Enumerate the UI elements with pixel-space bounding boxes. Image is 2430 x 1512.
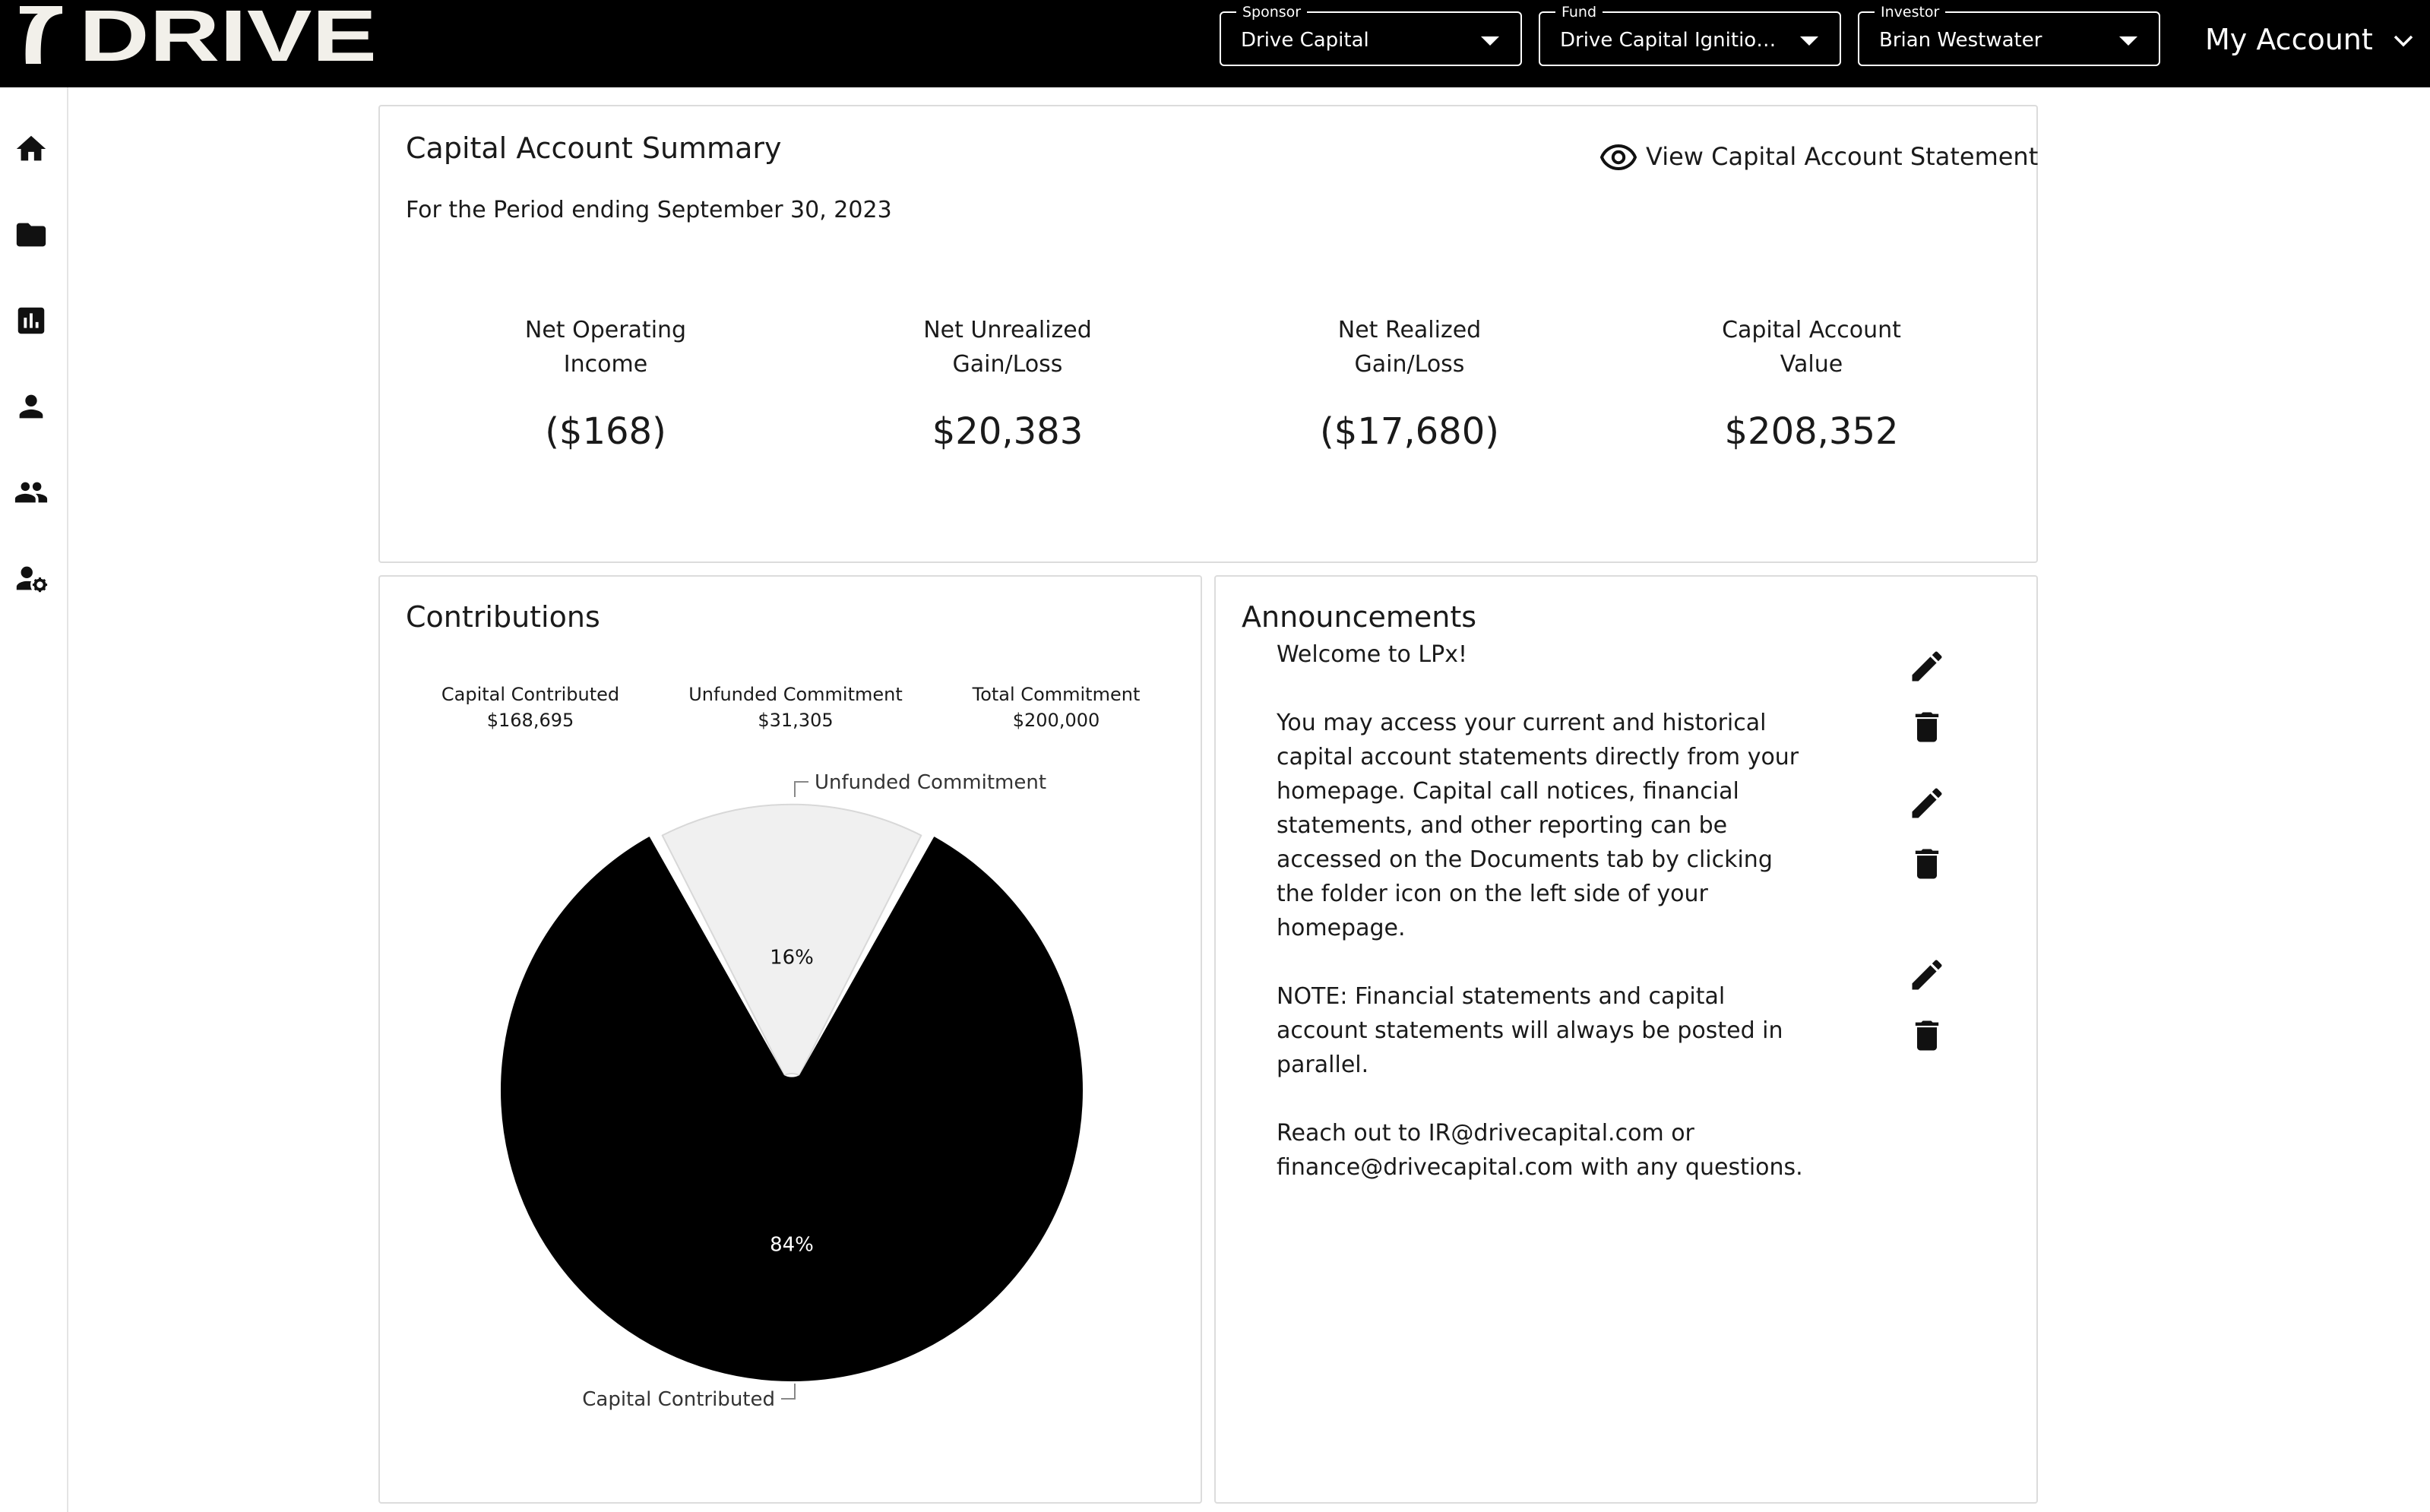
metric-label: Net Operating Income (524, 317, 687, 378)
drive-logo[interactable]: DRIVE (15, 0, 380, 67)
pie-callout-unfunded-commitment-label: Unfunded Commitment (815, 771, 1046, 794)
announcement-text: NOTE: Financial statements and capital a… (1277, 983, 1783, 1078)
sponsor-select-label: Sponsor (1236, 4, 1308, 21)
delete-icon[interactable] (1907, 844, 1947, 884)
contributions-card: Contributions Capital Contributed $168,6… (378, 575, 1202, 1504)
announcements-title: Announcements (1242, 600, 1477, 634)
period-text: For the Period ending September 30, 2023 (406, 197, 892, 223)
caret-down-icon (2119, 36, 2137, 46)
bar-chart-icon[interactable] (14, 303, 49, 338)
metric-capital-account-value: Capital Account Value $208,352 (1614, 313, 2009, 453)
summary-title: Capital Account Summary (406, 131, 782, 165)
home-icon[interactable] (14, 131, 49, 166)
metric-net-operating-income: Net Operating Income ($168) (408, 313, 803, 453)
announcement-text: You may access your current and historic… (1277, 710, 1799, 941)
my-account-label: My Account (2205, 23, 2373, 56)
edit-icon[interactable] (1907, 647, 1947, 686)
investor-select-label: Investor (1875, 4, 1946, 21)
sponsor-select-value: Drive Capital (1241, 29, 1369, 52)
capital-account-summary-card: Capital Account Summary For the Period e… (378, 105, 2038, 563)
folder-icon[interactable] (14, 217, 49, 252)
announcement-text: Welcome to LPx! (1277, 641, 1468, 668)
pie-callout-capital-contributed-leader-line (781, 1384, 796, 1400)
pie-percent-label-contributed: 84% (770, 1233, 814, 1256)
announcements-list: Welcome to LPx! You may access your curr… (1277, 637, 1808, 1185)
investor-select-value: Brian Westwater (1879, 29, 2042, 52)
caret-down-icon (1800, 36, 1818, 46)
metric-label: Net Realized Gain/Loss (1337, 317, 1482, 378)
investor-select[interactable]: Investor Brian Westwater (1858, 4, 2160, 66)
metric-net-unrealized-gain-loss: Net Unrealized Gain/Loss $20,383 (810, 313, 1205, 453)
view-statement-button[interactable]: View Capital Account Statement (1600, 138, 2038, 175)
metric-net-realized-gain-loss: Net Realized Gain/Loss ($17,680) (1212, 313, 1607, 453)
people-icon[interactable] (14, 475, 49, 510)
edit-icon[interactable] (1907, 783, 1947, 823)
edit-icon[interactable] (1907, 955, 1947, 995)
metric-value: ($168) (545, 410, 666, 453)
top-bar: DRIVE Sponsor Drive Capital Fund Drive C… (0, 0, 2430, 87)
pie-percent-label-unfunded: 16% (770, 946, 814, 969)
logo-mark (20, 6, 62, 64)
logo-text: DRIVE (79, 0, 377, 67)
person-icon[interactable] (14, 389, 49, 424)
sidebar (0, 87, 68, 1512)
sponsor-select[interactable]: Sponsor Drive Capital (1220, 4, 1522, 66)
announcements-card: Announcements Welcome to LPx! You may ac… (1214, 575, 2038, 1504)
eye-icon (1600, 144, 1637, 171)
metric-label: Capital Account Value (1722, 317, 1901, 378)
my-account-menu[interactable]: My Account (2188, 18, 2430, 64)
chevron-down-icon (2394, 35, 2413, 47)
announcement-text: Reach out to IR@drivecapital.com or fina… (1277, 1120, 1803, 1181)
metric-value: $20,383 (932, 410, 1084, 453)
metric-value: $208,352 (1724, 410, 1899, 453)
view-statement-label: View Capital Account Statement (1646, 142, 2039, 171)
caret-down-icon (1481, 36, 1499, 46)
metric-label: Net Unrealized Gain/Loss (923, 317, 1092, 378)
pie-callout-capital-contributed-label: Capital Contributed (582, 1388, 775, 1411)
metric-value: ($17,680) (1320, 410, 1499, 453)
fund-select[interactable]: Fund Drive Capital Ignition Fu... (1539, 4, 1841, 66)
fund-select-value: Drive Capital Ignition Fu... (1560, 29, 1779, 52)
fund-select-label: Fund (1555, 4, 1603, 21)
delete-icon[interactable] (1907, 707, 1947, 747)
pie-callout-unfunded-commitment-leader-line (794, 781, 808, 797)
person-settings-icon[interactable] (14, 561, 49, 596)
contributions-pie-chart: 16% 84% Unfunded Commitment Capital Contrib… (501, 771, 1083, 1411)
delete-icon[interactable] (1907, 1016, 1947, 1055)
